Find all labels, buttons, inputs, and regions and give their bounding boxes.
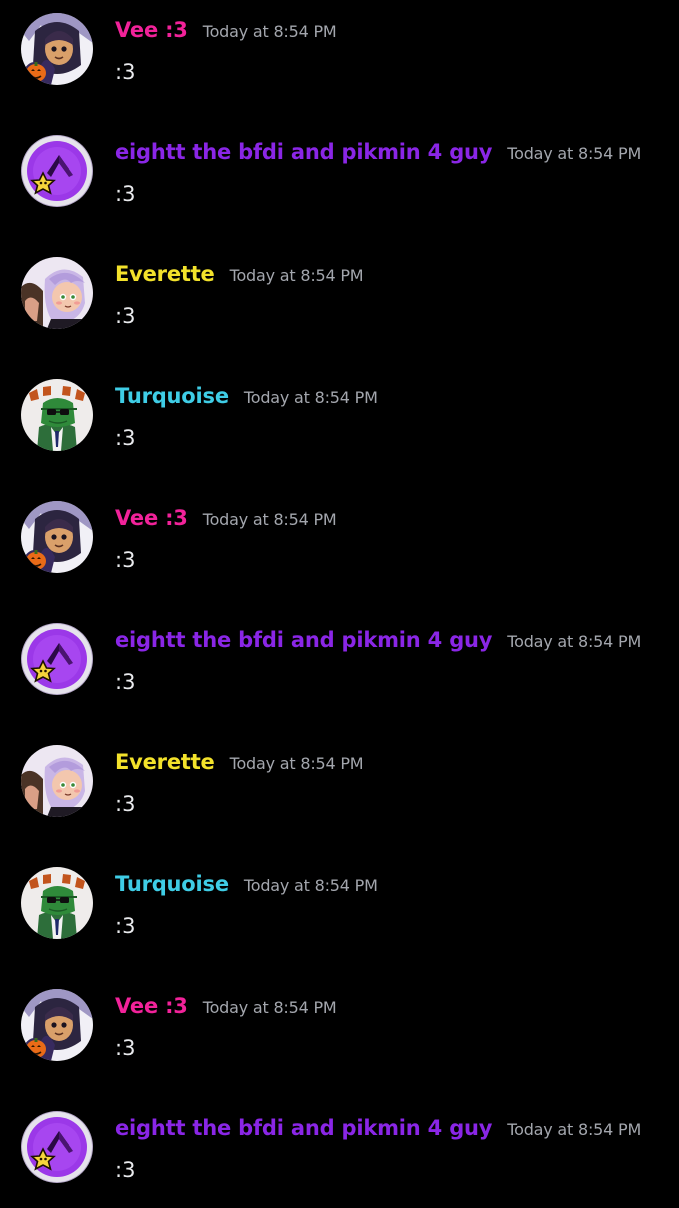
message-header: Vee :3 Today at 8:54 PM (115, 18, 337, 50)
vee-avatar-icon[interactable] (21, 989, 93, 1061)
author-name[interactable]: eightt the bfdi and pikmin 4 guy (115, 628, 492, 652)
message-item[interactable]: Everette Today at 8:54 PM :3 (0, 732, 679, 842)
message-item[interactable]: eightt the bfdi and pikmin 4 guy Today at… (0, 610, 679, 720)
message-content: :3 (115, 548, 136, 572)
turquoise-avatar-icon[interactable] (21, 867, 93, 939)
message-item[interactable]: Turquoise Today at 8:54 PM :3 (0, 366, 679, 476)
vee-avatar-icon[interactable] (21, 13, 93, 85)
message-item[interactable]: Vee :3 Today at 8:54 PM :3 (0, 976, 679, 1086)
message-timestamp: Today at 8:54 PM (229, 266, 364, 285)
message-timestamp: Today at 8:54 PM (202, 22, 337, 41)
message-header: Vee :3 Today at 8:54 PM (115, 506, 337, 538)
message-timestamp: Today at 8:54 PM (229, 754, 364, 773)
message-header: Vee :3 Today at 8:54 PM (115, 994, 337, 1026)
eightt-avatar-icon[interactable] (21, 623, 93, 695)
message-header: Everette Today at 8:54 PM (115, 262, 364, 294)
message-content: :3 (115, 304, 136, 328)
message-header: eightt the bfdi and pikmin 4 guy Today at… (115, 140, 641, 172)
message-content: :3 (115, 182, 136, 206)
eightt-avatar-icon[interactable] (21, 135, 93, 207)
vee-avatar-icon[interactable] (21, 501, 93, 573)
message-timestamp: Today at 8:54 PM (507, 144, 642, 163)
message-timestamp: Today at 8:54 PM (243, 388, 378, 407)
message-content: :3 (115, 1036, 136, 1060)
author-name[interactable]: Vee :3 (115, 506, 188, 530)
author-name[interactable]: Everette (115, 750, 215, 774)
message-item[interactable]: eightt the bfdi and pikmin 4 guy Today at… (0, 1098, 679, 1208)
message-header: Turquoise Today at 8:54 PM (115, 872, 378, 904)
message-content: :3 (115, 792, 136, 816)
message-item[interactable]: Vee :3 Today at 8:54 PM :3 (0, 0, 679, 110)
message-item[interactable]: Everette Today at 8:54 PM :3 (0, 244, 679, 354)
author-name[interactable]: Everette (115, 262, 215, 286)
message-item[interactable]: Turquoise Today at 8:54 PM :3 (0, 854, 679, 964)
author-name[interactable]: eightt the bfdi and pikmin 4 guy (115, 1116, 492, 1140)
message-content: :3 (115, 60, 136, 84)
turquoise-avatar-icon[interactable] (21, 379, 93, 451)
message-item[interactable]: eightt the bfdi and pikmin 4 guy Today at… (0, 122, 679, 232)
message-timestamp: Today at 8:54 PM (507, 632, 642, 651)
author-name[interactable]: Vee :3 (115, 994, 188, 1018)
message-header: eightt the bfdi and pikmin 4 guy Today at… (115, 1116, 641, 1148)
eightt-avatar-icon[interactable] (21, 1111, 93, 1183)
message-item[interactable]: Vee :3 Today at 8:54 PM :3 (0, 488, 679, 598)
everette-avatar-icon[interactable] (21, 745, 93, 817)
message-timestamp: Today at 8:54 PM (243, 876, 378, 895)
message-header: Everette Today at 8:54 PM (115, 750, 364, 782)
message-content: :3 (115, 670, 136, 694)
message-timestamp: Today at 8:54 PM (202, 998, 337, 1017)
message-timestamp: Today at 8:54 PM (202, 510, 337, 529)
message-timestamp: Today at 8:54 PM (507, 1120, 642, 1139)
message-header: eightt the bfdi and pikmin 4 guy Today at… (115, 628, 641, 660)
message-content: :3 (115, 426, 136, 450)
message-content: :3 (115, 914, 136, 938)
author-name[interactable]: Turquoise (115, 872, 229, 896)
message-feed: Vee :3 Today at 8:54 PM :3 eightt the bfdi… (0, 0, 679, 1200)
author-name[interactable]: Vee :3 (115, 18, 188, 42)
author-name[interactable]: eightt the bfdi and pikmin 4 guy (115, 140, 492, 164)
message-header: Turquoise Today at 8:54 PM (115, 384, 378, 416)
message-content: :3 (115, 1158, 136, 1182)
author-name[interactable]: Turquoise (115, 384, 229, 408)
everette-avatar-icon[interactable] (21, 257, 93, 329)
